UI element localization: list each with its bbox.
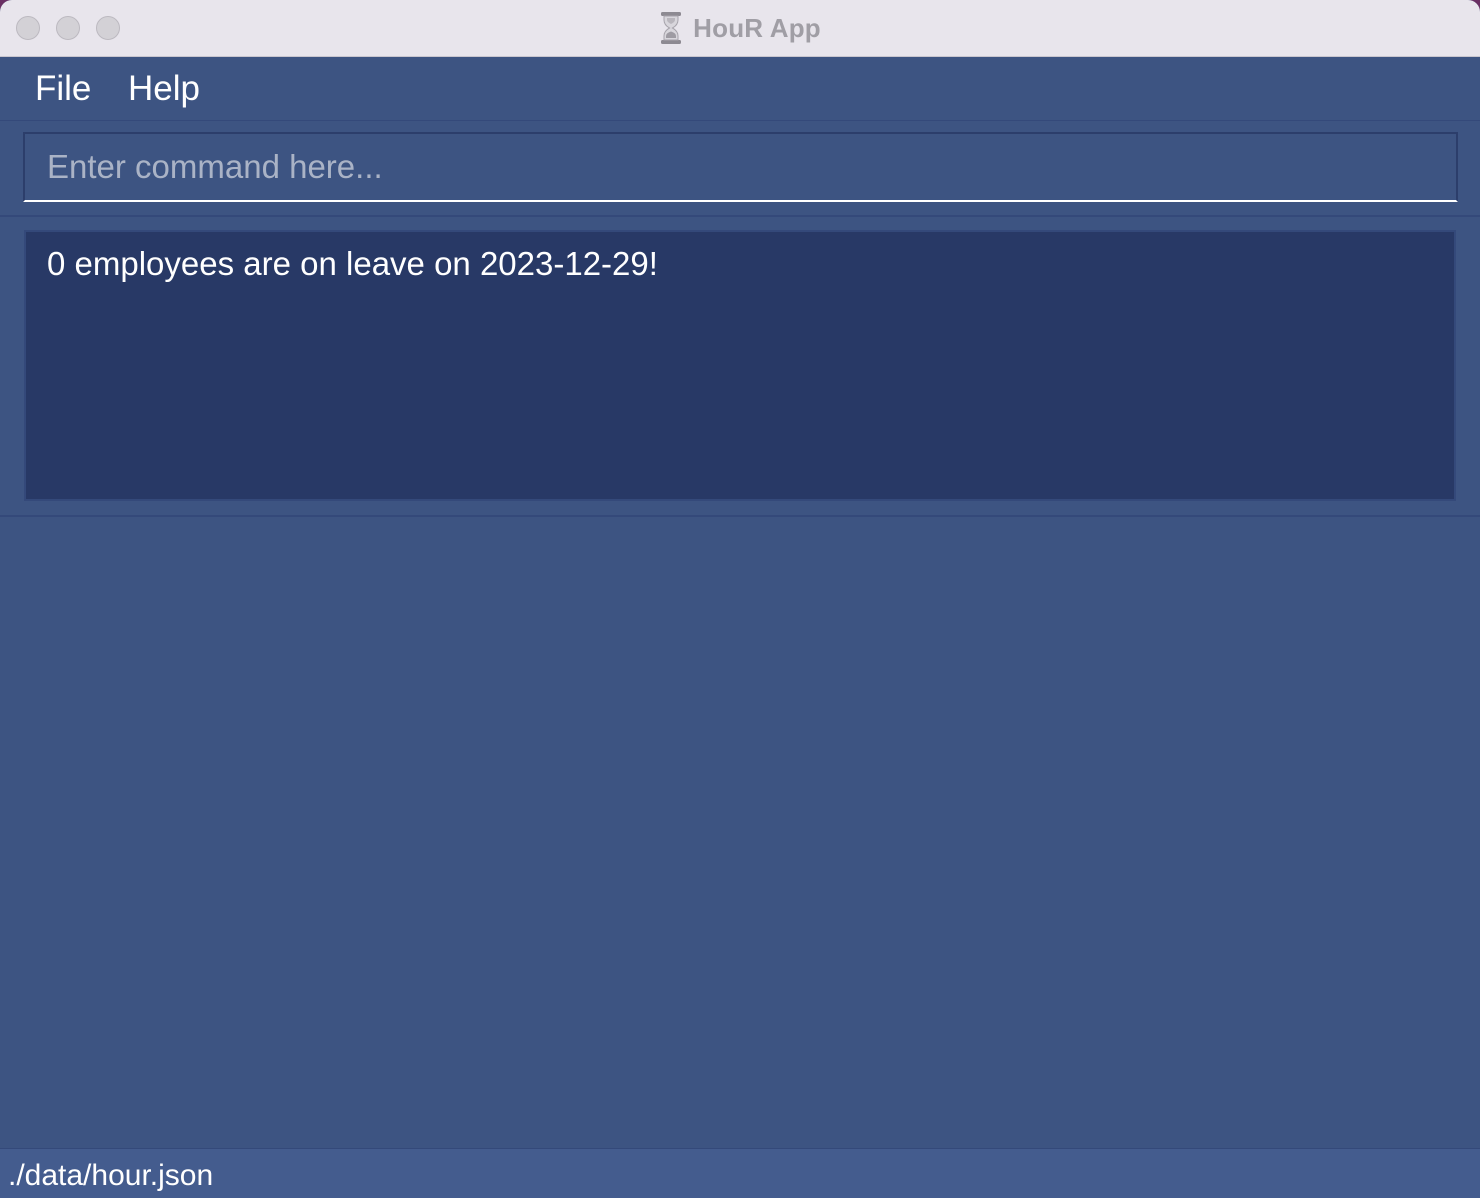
hourglass-icon (659, 11, 683, 45)
window-title: HouR App (693, 12, 821, 43)
result-display-panel: 0 employees are on leave on 2023-12-29! (0, 217, 1480, 517)
menu-file[interactable]: File (35, 67, 91, 111)
window-title-group: HouR App (0, 0, 1480, 56)
result-display: 0 employees are on leave on 2023-12-29! (24, 230, 1456, 501)
menu-bar: File Help (0, 57, 1480, 121)
command-box (23, 132, 1458, 202)
save-location-path: ./data/hour.json (8, 1159, 214, 1192)
employee-list-panel (0, 517, 1480, 1148)
result-message: 0 employees are on leave on 2023-12-29! (47, 245, 658, 282)
menu-help[interactable]: Help (128, 67, 200, 111)
command-box-panel (0, 121, 1480, 217)
title-bar: HouR App (0, 0, 1480, 57)
status-bar: ./data/hour.json (0, 1148, 1480, 1198)
command-input[interactable] (25, 134, 1456, 200)
app-window: HouR App File Help 0 employees are on le… (0, 0, 1480, 1198)
